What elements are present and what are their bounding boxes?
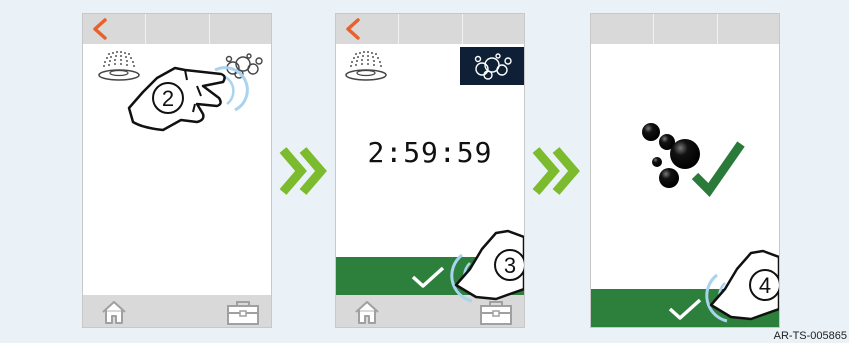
screen-step-4: 4 — [590, 13, 780, 328]
double-chevron-right-icon — [532, 147, 580, 195]
double-chevron-right-icon — [279, 147, 327, 195]
countdown-timer: 2:59:59 — [367, 136, 493, 169]
checkmark-icon — [668, 298, 702, 320]
bottom-bar — [83, 295, 271, 327]
shower-icon[interactable] — [344, 48, 390, 84]
bubbles-check-icon — [642, 123, 745, 197]
back-button[interactable] — [336, 14, 376, 44]
top-bar — [336, 14, 524, 44]
toolbox-icon[interactable] — [478, 298, 514, 326]
svg-text:2: 2 — [162, 86, 174, 111]
steam-bubbles-icon — [474, 53, 512, 80]
confirm-button[interactable] — [336, 257, 524, 295]
chevron-left-icon — [346, 18, 360, 40]
shower-icon[interactable] — [97, 48, 143, 84]
document-id: AR-TS-005865 — [773, 330, 847, 342]
back-button[interactable] — [83, 14, 123, 44]
confirm-button[interactable] — [591, 289, 779, 327]
bottom-bar — [336, 295, 524, 327]
top-bar — [83, 14, 271, 44]
checkmark-icon — [411, 266, 445, 288]
screen-step-2: 2 — [82, 13, 272, 328]
home-icon[interactable] — [99, 299, 129, 325]
steam-mode-selected[interactable] — [460, 47, 524, 85]
toolbox-icon[interactable] — [225, 298, 261, 326]
chevron-left-icon — [93, 18, 107, 40]
top-bar — [591, 14, 779, 44]
home-icon[interactable] — [352, 299, 382, 325]
screen-step-3: 2:59:59 3 — [335, 13, 525, 328]
steam-bubbles-icon[interactable] — [219, 50, 265, 80]
